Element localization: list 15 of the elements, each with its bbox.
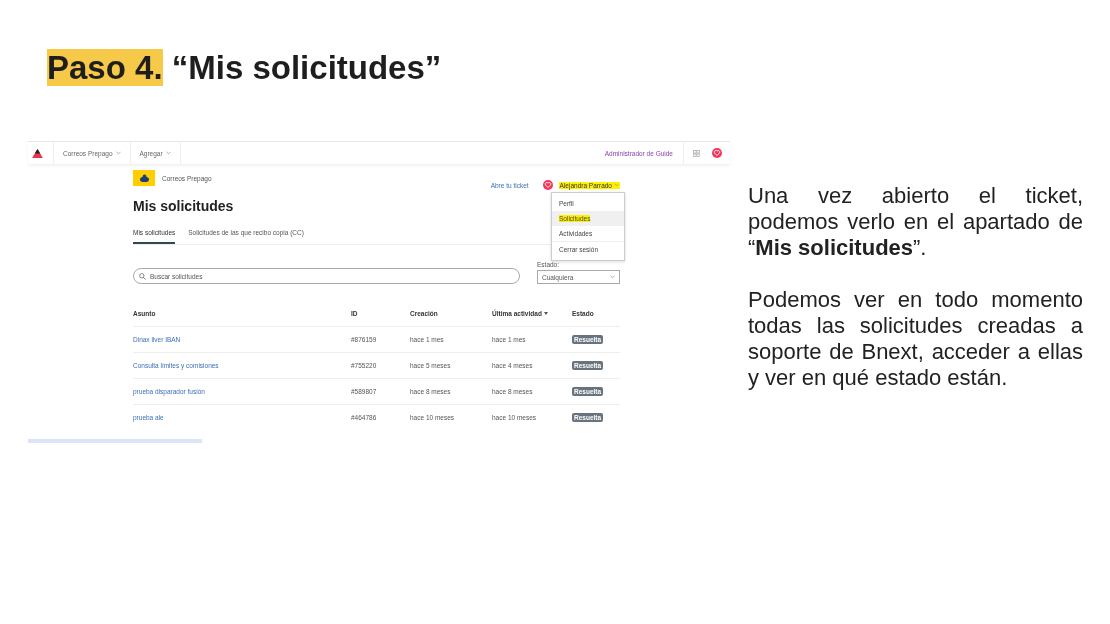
grid-icon[interactable] <box>693 149 700 157</box>
caret-icon <box>614 183 619 187</box>
paragraph: Podemos ver en todo momento todas las solicitudes creadas a soporte de Bnext, acceder a ellas y ver en qué estado están. <box>748 287 1083 391</box>
avatar-icon[interactable] <box>712 148 722 158</box>
user-avatar-icon[interactable] <box>542 180 553 190</box>
caret-icon <box>115 151 121 155</box>
brand-logo <box>133 170 155 186</box>
caret-icon <box>165 151 171 155</box>
logo-icon[interactable] <box>32 148 43 158</box>
paragraph: Una vez abierto el ticket, podemos verlo en el apartado de “Mis solicitudes”. <box>748 183 1083 261</box>
page-heading: Mis solicitudes <box>133 198 234 214</box>
caret-icon <box>610 275 615 279</box>
search-icon <box>139 272 146 280</box>
slide-title: Paso 4. “Mis solicitudes” <box>46 48 443 88</box>
scrollbar[interactable] <box>28 439 202 443</box>
